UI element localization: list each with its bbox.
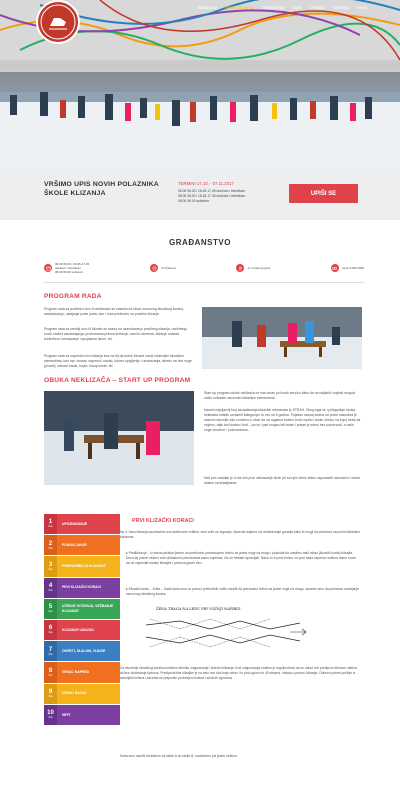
step-label: PREDVEŽBE ZA KLIZANJE [57, 556, 120, 577]
nav-item-naslovna[interactable]: Naslovna [198, 5, 217, 10]
info-row: 06.00 06.00 i 16.45-17.45 utorkom i četv… [44, 262, 364, 275]
step-number: 9 Čas [44, 683, 57, 704]
price-icon [330, 264, 339, 273]
lesson-step[interactable]: 2 Čas PONAVLJANJE [44, 535, 120, 557]
startup-paragraph: Naš prvi zadatak je to da ćeš prve okliz… [204, 476, 361, 485]
info-item-duration: 1h Časova [150, 262, 175, 275]
skate-logo-icon [40, 4, 76, 40]
lesson-step[interactable]: 8 Čas VENAC NAPRED [44, 662, 120, 684]
lesson-step[interactable]: 6 Čas KLIZANJE UNAZAD [44, 619, 120, 642]
step-label: ISPIT [57, 704, 120, 725]
step-number: 4 Čas [44, 577, 57, 598]
program-photo [202, 307, 362, 369]
program-paragraph: Program rada za srednji nivo III klizače… [44, 327, 188, 341]
calendar-icon [44, 264, 52, 273]
step-label: UPOZNAVANJE [57, 514, 120, 535]
nav-item-takmicenja[interactable]: Takmičenja [261, 5, 284, 10]
info-text: cena 3.000 RSD [341, 266, 364, 271]
startup-paragraph: Start up program obuke neklizača će nas … [204, 391, 356, 400]
step-number: 1 Čas [44, 514, 57, 535]
step-label: KLIZANJE UNAZAD [57, 619, 120, 641]
koraci-intro: Na 4. času klizanja pozdravimo sve preth… [120, 530, 360, 539]
nav-item-galerija[interactable]: Galerija [333, 5, 349, 10]
step-number: 2 Čas [44, 535, 57, 556]
step-label: OKRETI, SLALOM, VIJUGE [57, 641, 120, 662]
koraci-closing: Kada smo naučili da klizimo od taške A d… [120, 754, 238, 758]
info-text: 4+ uzrast grupna [247, 266, 271, 271]
startup-title: OBUKA NEKLIZAČA – START UP PROGRAM [44, 377, 191, 384]
banner-schedule-line: 08.00 06.00 i 16.45-17.45 utorkom i četv… [178, 193, 246, 198]
section-title: GRAĐANSTVO [169, 238, 231, 247]
users-icon [236, 264, 245, 273]
step-number: 7 Čas [44, 641, 57, 662]
nav-item-upis[interactable]: Upis [292, 5, 301, 10]
lesson-steps: 1 Čas UPOZNAVANJE 2 Čas PONAVLJANJE 3 Čas P… [44, 514, 120, 726]
skating-trace-diagram: ŽENA TRAGA NA LEDU PRI VOŽNJI NAPRED [140, 607, 310, 659]
step-label: VENAC NAPRED [57, 662, 120, 683]
nav-item-vesti[interactable]: Vesti [357, 5, 367, 10]
info-item-price: cena 3.000 RSD [330, 262, 364, 275]
lesson-step[interactable]: 5 Čas UČENJE KOČENJA, VEŽBANJE KLIZANJE [44, 598, 120, 620]
info-item-schedule: 06.00 06.00 i 16.45-17.45 utorkom i četv… [44, 262, 89, 275]
lesson-step[interactable]: 7 Čas OKRETI, SLALOM, VIJUGE [44, 641, 120, 663]
step-label: VENAC NAZAD [57, 683, 120, 704]
lesson-step[interactable]: 1 Čas UPOZNAVANJE [44, 514, 120, 536]
program-paragraph: Program rada za napredni nivo klizanja i… [44, 354, 192, 368]
divider [44, 282, 364, 283]
nav-item-o-klubu[interactable]: O klubu [309, 5, 325, 10]
koraci-closing: Za otvorenje klizačkog koraka koristimo … [120, 666, 358, 680]
clock-icon [150, 264, 159, 273]
program-paragraph: Program rada za početnici nivo II nekliz… [44, 307, 184, 316]
step-label: UČENJE KOČENJA, VEŽBANJE KLIZANJE [57, 598, 120, 619]
startup-photo [44, 391, 194, 485]
lesson-step-active[interactable]: 4 Čas PRVI KLIZAČKI KORACI [44, 577, 120, 599]
step-label: PRVI KLIZAČKI KORACI [57, 577, 120, 598]
info-text: 1h Časova [161, 266, 176, 271]
info-text: 08.00 06.00 subotom [55, 270, 84, 275]
banner-schedule-line: 08.00 06.00 subotom [178, 198, 209, 203]
koraci-bullet: ▸ Klizački korak – Jelka – Sada kada smo… [126, 587, 359, 596]
banner-term: TERMINI 17.10. - 07.11.2017 [178, 181, 234, 186]
banner-title: VRŠIMO UPIS NOVIH POLAZNIKA ŠKOLE KLIZAN… [44, 181, 159, 198]
club-logo[interactable] [36, 0, 80, 44]
step-number: 5 Čas [44, 598, 57, 619]
enroll-button[interactable]: UPIŠI SE [289, 184, 358, 203]
startup-paragraph: Naveći najnijaznij broj savladavanja kli… [204, 408, 361, 432]
lesson-step[interactable]: 9 Čas VENAC NAZAD [44, 683, 120, 705]
koraci-bullet: ▸ Predklizanje – Iz stava pačiska (krene… [126, 551, 357, 565]
koraci-title: PRVI KLIZAČKI KORACI [132, 518, 194, 524]
nav-item-skola-klizanja[interactable]: Škola klizanja [225, 5, 253, 10]
lesson-step[interactable]: 10 Čas ISPIT [44, 704, 120, 726]
step-number: 6 Čas [44, 619, 57, 641]
step-number: 8 Čas [44, 662, 57, 683]
info-item-age: 4+ uzrast grupna [236, 262, 270, 275]
lesson-step[interactable]: 3 Čas PREDVEŽBE ZA KLIZANJE [44, 556, 120, 578]
step-number: 3 Čas [44, 556, 57, 577]
banner-schedule: 06.00 06.00 i 16.45-17.45 utorkom i četv… [178, 189, 245, 203]
program-title: PROGRAM RADA [44, 293, 102, 300]
main-nav: Naslovna Škola klizanja Takmičenja Upis … [198, 5, 367, 10]
step-label: PONAVLJANJE [57, 535, 120, 556]
step-number: 10 Čas [44, 704, 57, 725]
